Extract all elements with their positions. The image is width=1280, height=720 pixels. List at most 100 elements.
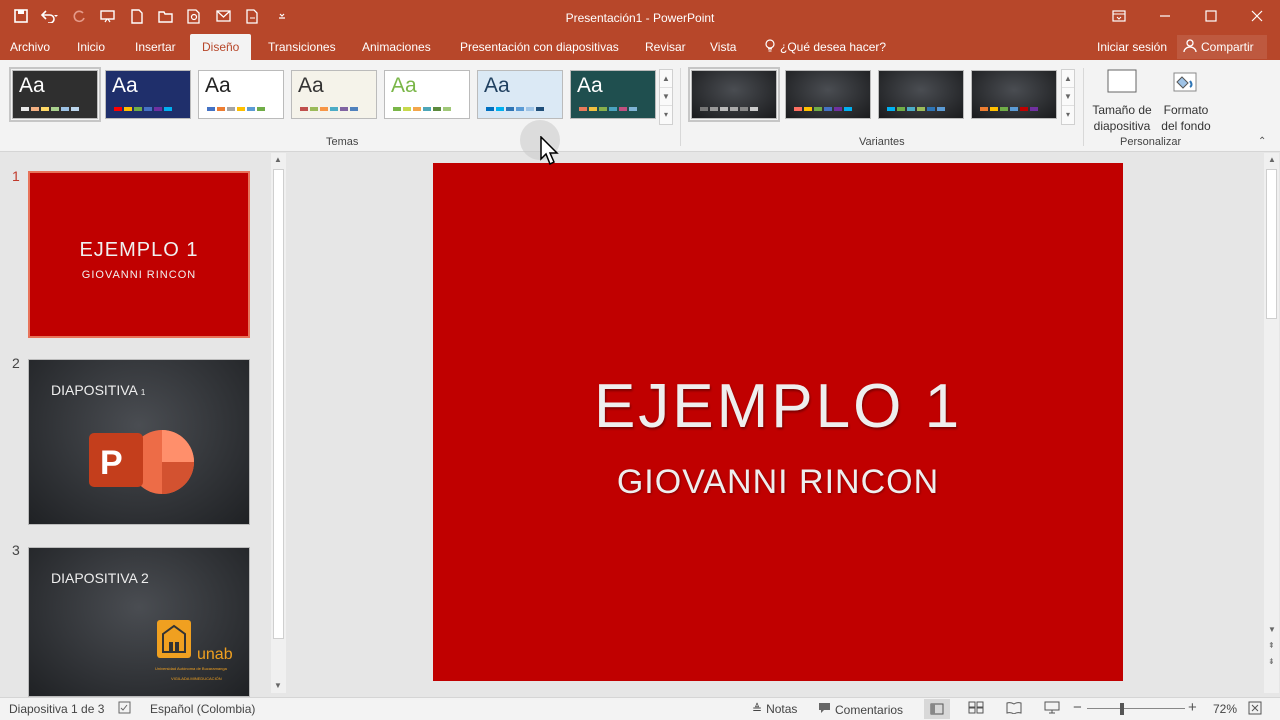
close-icon[interactable] — [1234, 0, 1280, 32]
theme-color-swatches — [579, 107, 637, 111]
slide-thumbnail-2[interactable]: DIAPOSITIVA 1 P — [28, 359, 250, 525]
theme-thumbnail-2[interactable]: Aa — [105, 70, 191, 119]
variant-color-swatches — [887, 107, 945, 111]
variants-gallery-scroll[interactable]: ▲ ▼ ▾ — [1061, 69, 1075, 125]
themes-group-label: Temas — [326, 136, 359, 148]
ribbon-display-options-icon[interactable] — [1096, 0, 1142, 32]
themes-gallery-scroll[interactable]: ▲ ▼ ▾ — [659, 69, 673, 125]
scrollbar-thumb[interactable] — [273, 169, 284, 639]
slide-number: 3 — [12, 542, 20, 558]
unab-logo-caption-2: VIGILADA MINEDUCACIÓN — [171, 676, 222, 681]
scroll-up-icon[interactable]: ▲ — [1062, 70, 1074, 88]
format-background-button[interactable]: Formato del fondo — [1158, 62, 1214, 134]
scroll-up-icon[interactable]: ▲ — [274, 155, 282, 164]
status-bar: Diapositiva 1 de 3 Español (Colombia) ≜ N… — [0, 697, 1280, 720]
normal-view-icon[interactable] — [924, 699, 950, 719]
theme-thumbnail-1[interactable]: Aa — [9, 67, 101, 122]
ribbon-tabs: Archivo Inicio Insertar Diseño Transicio… — [0, 34, 1280, 60]
comments-button[interactable]: Comentarios — [818, 702, 903, 717]
slide-title[interactable]: EJEMPLO 1 — [433, 371, 1123, 442]
scrollbar-thumb[interactable] — [1266, 169, 1277, 319]
theme-preview-text: Aa — [19, 74, 45, 97]
slide-scrollbar[interactable]: ▲ ▼ ⇞ ⇟ — [1264, 153, 1279, 693]
scroll-up-icon[interactable]: ▲ — [660, 70, 672, 88]
customize-group-label: Personalizar — [1120, 136, 1182, 148]
slide-thumbnail-3[interactable]: DIAPOSITIVA 2 unab Universidad Autónoma … — [28, 547, 250, 697]
theme-color-swatches — [207, 107, 265, 111]
variant-thumbnail-4[interactable] — [971, 70, 1057, 119]
more-icon[interactable]: ▾ — [1062, 106, 1074, 124]
slide-thumbnail-1[interactable]: EJEMPLO 1 GIOVANNI RINCON — [28, 171, 250, 338]
title-bar: Presentación1 - PowerPoint — [0, 0, 1280, 34]
theme-thumbnail-3[interactable]: Aa — [198, 70, 284, 119]
variant-color-swatches — [980, 107, 1038, 111]
tab-animaciones[interactable]: Animaciones — [362, 34, 431, 60]
theme-preview-text: Aa — [391, 74, 417, 97]
next-slide-icon[interactable]: ⇟ — [1268, 657, 1275, 666]
unab-logo-caption: Universidad Autónoma de Bucaramanga — [155, 666, 227, 671]
scroll-down-icon[interactable]: ▼ — [1268, 625, 1276, 634]
lightbulb-icon — [764, 38, 776, 56]
theme-thumbnail-5[interactable]: Aa — [384, 70, 470, 119]
fit-to-window-icon[interactable] — [1248, 701, 1262, 718]
tab-revisar[interactable]: Revisar — [645, 34, 686, 60]
tab-presentacion[interactable]: Presentación con diapositivas — [460, 34, 619, 60]
ribbon-design: Aa Aa Aa Aa Aa Aa Aa ▲ ▼ ▾ Temas ▲ ▼ ▾ Variantes T… — [0, 60, 1280, 152]
zoom-level[interactable]: 72% — [1213, 702, 1237, 716]
tab-vista[interactable]: Vista — [710, 34, 736, 60]
tab-archivo[interactable]: Archivo — [10, 34, 50, 60]
current-slide[interactable]: EJEMPLO 1 GIOVANNI RINCON — [433, 163, 1123, 681]
thumbnails-scrollbar[interactable]: ▲ ▼ — [271, 153, 286, 693]
zoom-in-icon[interactable]: + — [1188, 699, 1197, 716]
more-icon[interactable]: ▾ — [660, 106, 672, 124]
theme-thumbnail-6[interactable]: Aa — [477, 70, 563, 119]
theme-preview-text: Aa — [577, 74, 603, 97]
variant-thumbnail-3[interactable] — [878, 70, 964, 119]
language[interactable]: Español (Colombia) — [150, 702, 255, 716]
svg-text:P: P — [100, 444, 123, 482]
scroll-up-icon[interactable]: ▲ — [1268, 155, 1276, 164]
tab-insertar[interactable]: Insertar — [135, 34, 176, 60]
spellcheck-icon[interactable] — [118, 701, 132, 718]
notes-label: Notas — [766, 702, 798, 716]
minimize-icon[interactable] — [1142, 0, 1188, 32]
previous-slide-icon[interactable]: ⇞ — [1268, 641, 1275, 650]
share-button[interactable]: Compartir — [1177, 35, 1267, 59]
scroll-down-icon[interactable]: ▼ — [274, 681, 282, 690]
slide-subtitle[interactable]: GIOVANNI RINCON — [433, 463, 1123, 502]
tab-transiciones[interactable]: Transiciones — [268, 34, 336, 60]
paint-bucket-icon — [1158, 62, 1214, 100]
scroll-down-icon[interactable]: ▼ — [660, 88, 672, 106]
notes-button[interactable]: ≜ Notas — [752, 702, 797, 716]
zoom-out-icon[interactable]: − — [1073, 699, 1082, 716]
sign-in-link[interactable]: Iniciar sesión — [1097, 34, 1167, 60]
variant-color-swatches — [794, 107, 852, 111]
variants-group-label: Variantes — [859, 136, 905, 148]
thumb-title: DIAPOSITIVA 1 — [51, 382, 146, 398]
powerpoint-logo-icon: P — [87, 415, 197, 518]
theme-preview-text: Aa — [112, 74, 138, 97]
theme-color-swatches — [300, 107, 358, 111]
zoom-slider[interactable] — [1087, 708, 1185, 709]
zoom-slider-thumb[interactable] — [1120, 703, 1124, 715]
variant-thumbnail-1[interactable] — [688, 67, 780, 122]
slide-number: 2 — [12, 355, 20, 371]
slide-size-button[interactable]: Tamaño de diapositiva — [1088, 62, 1156, 134]
window-controls — [1096, 0, 1280, 32]
scroll-down-icon[interactable]: ▼ — [1062, 88, 1074, 106]
theme-color-swatches — [393, 107, 451, 111]
slide-sorter-icon[interactable] — [968, 701, 984, 717]
variant-color-swatches — [700, 107, 758, 111]
reading-view-icon[interactable] — [1006, 701, 1022, 717]
mouse-cursor-icon — [540, 135, 560, 169]
tab-diseno[interactable]: Diseño — [190, 34, 252, 60]
tab-inicio[interactable]: Inicio — [77, 34, 105, 60]
maximize-icon[interactable] — [1188, 0, 1234, 32]
slideshow-icon[interactable] — [1044, 701, 1060, 717]
variant-thumbnail-2[interactable] — [785, 70, 871, 119]
comment-icon — [818, 702, 831, 717]
collapse-ribbon-icon[interactable]: ⌃ — [1258, 136, 1266, 147]
theme-thumbnail-7[interactable]: Aa — [570, 70, 656, 119]
tell-me-box[interactable]: ¿Qué desea hacer? — [764, 34, 886, 60]
theme-thumbnail-4[interactable]: Aa — [291, 70, 377, 119]
